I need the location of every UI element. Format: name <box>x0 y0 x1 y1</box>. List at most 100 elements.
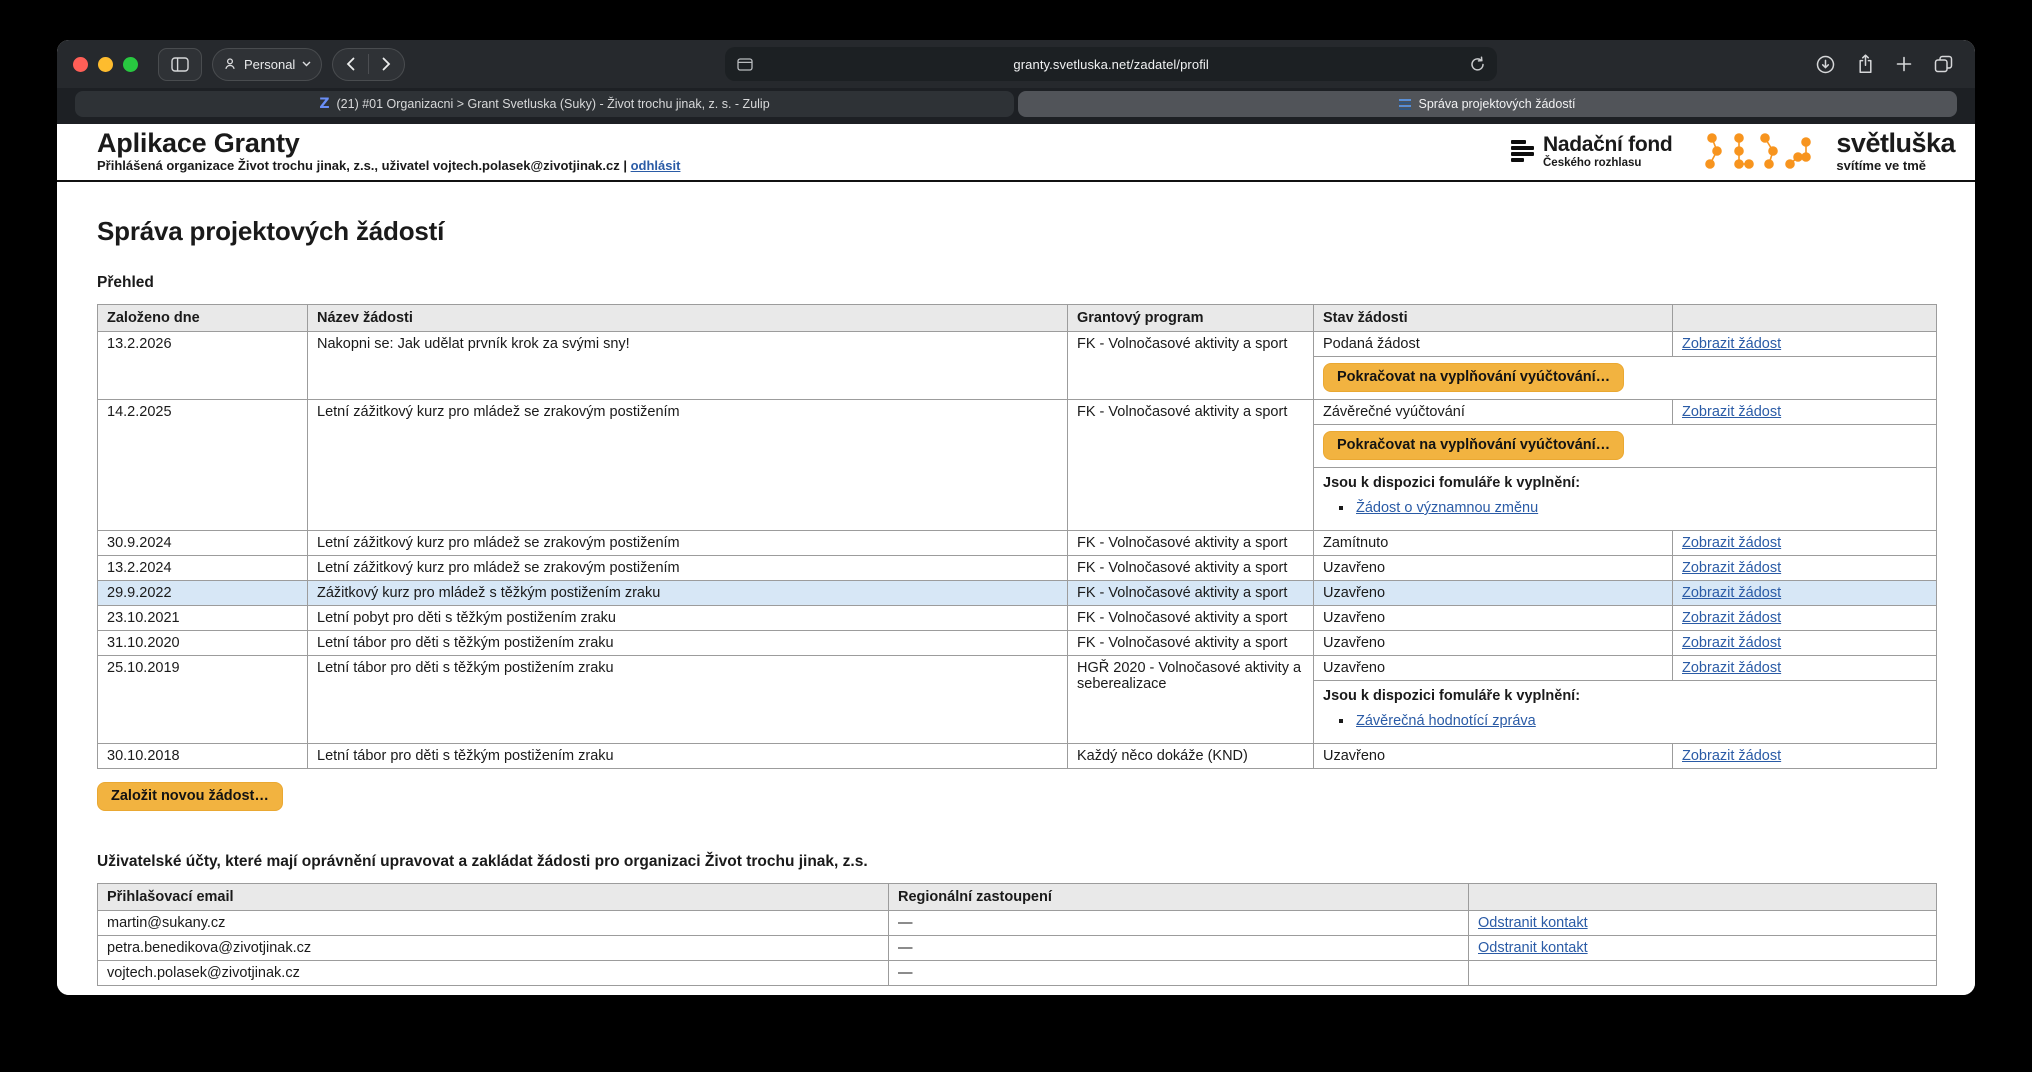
col-program: Grantový program <box>1068 305 1314 332</box>
chevron-down-icon <box>302 61 311 67</box>
sv-subtitle: svítíme ve tmě <box>1836 158 1955 173</box>
application-date: 23.10.2021 <box>98 606 308 631</box>
account-row: martin@sukany.cz—Odstranit kontakt <box>98 911 1937 936</box>
application-program: FK - Volnočasové aktivity a sport <box>1068 400 1314 531</box>
tab-overview-icon[interactable] <box>1934 55 1953 73</box>
application-name: Letní tábor pro děti s těžkým postižením… <box>308 656 1068 744</box>
view-application-link[interactable]: Zobrazit žádost <box>1682 610 1781 626</box>
account-row: petra.benedikova@zivotjinak.cz—Odstranit… <box>98 936 1937 961</box>
reload-icon[interactable] <box>1470 56 1485 72</box>
application-date: 30.10.2018 <box>98 744 308 769</box>
application-row: 25.10.2019Letní tábor pro děti s těžkým … <box>98 656 1937 681</box>
view-application-link[interactable]: Zobrazit žádost <box>1682 336 1781 352</box>
application-name: Letní zážitkový kurz pro mládež se zrako… <box>308 400 1068 531</box>
col-email: Přihlašovací email <box>98 884 889 911</box>
application-actions: Zobrazit žádost <box>1673 581 1937 606</box>
profile-menu-button[interactable]: Personal <box>212 48 322 81</box>
browser-toolbar: Personal granty.svetluska.net/zadatel/pr… <box>57 40 1975 88</box>
view-application-link[interactable]: Zobrazit žádost <box>1682 635 1781 651</box>
application-date: 30.9.2024 <box>98 531 308 556</box>
application-status: Uzavřeno <box>1314 556 1673 581</box>
remove-contact-link[interactable]: Odstranit kontakt <box>1478 915 1588 931</box>
continue-cell: Pokračovat na vyplňování vyúčtování… <box>1314 425 1937 468</box>
account-region: — <box>889 961 1469 986</box>
application-row: 13.2.2026Nakopni se: Jak udělat prvník k… <box>98 332 1937 357</box>
accounts-table: Přihlašovací email Regionální zastoupení… <box>97 883 1937 986</box>
application-row: 13.2.2024Letní zážitkový kurz pro mládež… <box>98 556 1937 581</box>
application-row: 23.10.2021Letní pobyt pro děti s těžkým … <box>98 606 1937 631</box>
view-application-link[interactable]: Zobrazit žádost <box>1682 660 1781 676</box>
accounts-tbody: martin@sukany.cz—Odstranit kontaktpetra.… <box>98 911 1937 986</box>
back-button[interactable] <box>333 49 368 80</box>
nf-title: Nadační fond <box>1543 133 1672 157</box>
applications-table: Založeno dne Název žádosti Grantový prog… <box>97 304 1937 769</box>
forms-list-item: Závěrečná hodnotící zpráva <box>1354 713 1927 729</box>
application-actions: Zobrazit žádost <box>1673 656 1937 681</box>
url-text: granty.svetluska.net/zadatel/profil <box>753 57 1470 72</box>
minimize-button[interactable] <box>98 57 113 72</box>
continue-settlement-button[interactable]: Pokračovat na vyplňování vyúčtování… <box>1323 431 1624 460</box>
tab-zulip[interactable]: Z (21) #01 Organizacni > Grant Svetluska… <box>75 91 1014 117</box>
application-status: Závěrečné vyúčtování <box>1314 400 1673 425</box>
account-row: vojtech.polasek@zivotjinak.cz— <box>98 961 1937 986</box>
application-name: Nakopni se: Jak udělat prvník krok za sv… <box>308 332 1068 400</box>
account-actions: Odstranit kontakt <box>1469 936 1937 961</box>
form-link[interactable]: Závěrečná hodnotící zpráva <box>1356 713 1536 729</box>
application-status: Uzavřeno <box>1314 656 1673 681</box>
sv-title: světluška <box>1836 130 1955 157</box>
app-title: Aplikace Granty <box>97 129 680 157</box>
nadacni-fond-logo: Nadační fond Českého rozhlasu <box>1511 133 1672 169</box>
application-name: Letní pobyt pro děti s těžkým postižením… <box>308 606 1068 631</box>
tab-sprava-zadosti[interactable]: Správa projektových žádostí <box>1018 91 1957 117</box>
remove-contact-link[interactable]: Odstranit kontakt <box>1478 940 1588 956</box>
address-bar[interactable]: granty.svetluska.net/zadatel/profil <box>725 47 1497 81</box>
new-tab-icon[interactable] <box>1896 56 1912 72</box>
application-date: 13.2.2026 <box>98 332 308 400</box>
application-program: FK - Volnočasové aktivity a sport <box>1068 631 1314 656</box>
logout-link[interactable]: odhlásit <box>631 158 681 173</box>
application-actions: Zobrazit žádost <box>1673 744 1937 769</box>
view-application-link[interactable]: Zobrazit žádost <box>1682 748 1781 764</box>
app-header: Aplikace Granty Přihlášená organizace Ži… <box>57 124 1975 182</box>
application-status: Uzavřeno <box>1314 606 1673 631</box>
downloads-icon[interactable] <box>1816 55 1835 74</box>
app-page: Aplikace Granty Přihlášená organizace Ži… <box>57 124 1975 995</box>
application-date: 25.10.2019 <box>98 656 308 744</box>
forms-available-label: Jsou k dispozici fomuláře k vyplnění: <box>1323 475 1927 491</box>
application-name: Letní tábor pro děti s těžkým postižením… <box>308 631 1068 656</box>
page-settings-icon[interactable] <box>737 58 753 71</box>
close-button[interactable] <box>73 57 88 72</box>
view-application-link[interactable]: Zobrazit žádost <box>1682 535 1781 551</box>
application-name: Zážitkový kurz pro mládež s těžkým posti… <box>308 581 1068 606</box>
page-title: Správa projektových žádostí <box>97 216 1937 247</box>
application-row: 14.2.2025Letní zážitkový kurz pro mládež… <box>98 400 1937 425</box>
view-application-link[interactable]: Zobrazit žádost <box>1682 560 1781 576</box>
logged-in-text: Přihlášená organizace Život trochu jinak… <box>97 158 627 173</box>
application-date: 31.10.2020 <box>98 631 308 656</box>
application-actions: Zobrazit žádost <box>1673 606 1937 631</box>
overview-heading: Přehled <box>97 274 1937 292</box>
application-status: Zamítnuto <box>1314 531 1673 556</box>
application-row: 30.10.2018Letní tábor pro děti s těžkým … <box>98 744 1937 769</box>
new-application-button[interactable]: Založit novou žádost… <box>97 782 283 811</box>
col-founded: Založeno dne <box>98 305 308 332</box>
zulip-icon: Z <box>319 96 329 112</box>
zoom-button[interactable] <box>123 57 138 72</box>
applications-header-row: Založeno dne Název žádosti Grantový prog… <box>98 305 1937 332</box>
share-icon[interactable] <box>1857 54 1874 74</box>
col-remove <box>1469 884 1937 911</box>
application-name: Letní tábor pro děti s těžkým postižením… <box>308 744 1068 769</box>
application-actions: Zobrazit žádost <box>1673 531 1937 556</box>
continue-cell: Pokračovat na vyplňování vyúčtování… <box>1314 357 1937 400</box>
form-link[interactable]: Žádost o významnou změnu <box>1356 500 1538 516</box>
application-status: Uzavřeno <box>1314 744 1673 769</box>
account-actions: Odstranit kontakt <box>1469 911 1937 936</box>
forward-button[interactable] <box>369 49 404 80</box>
tab-sprava-label: Správa projektových žádostí <box>1418 97 1575 111</box>
continue-settlement-button[interactable]: Pokračovat na vyplňování vyúčtování… <box>1323 363 1624 392</box>
view-application-link[interactable]: Zobrazit žádost <box>1682 404 1781 420</box>
radio-bars-icon <box>1511 140 1534 162</box>
logos: Nadační fond Českého rozhlasu <box>1511 129 1955 173</box>
sidebar-toggle-button[interactable] <box>158 48 202 81</box>
view-application-link[interactable]: Zobrazit žádost <box>1682 585 1781 601</box>
